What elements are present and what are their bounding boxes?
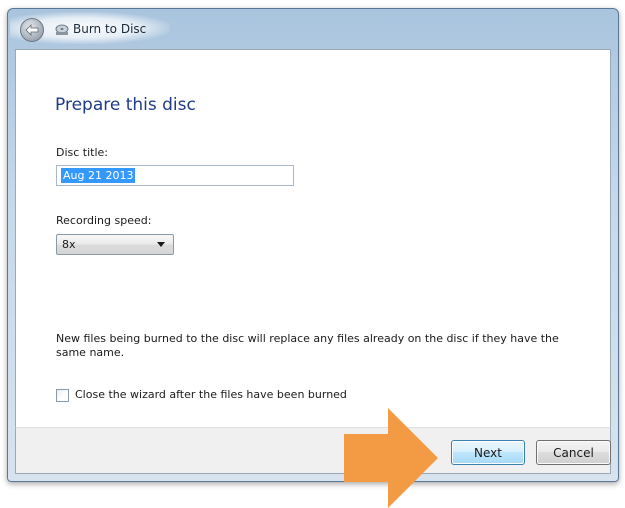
disc-title-label: Disc title: (56, 146, 109, 159)
page-title: Prepare this disc (55, 95, 196, 115)
recording-speed-value: 8x (62, 238, 76, 251)
back-arrow-icon (25, 24, 39, 36)
replace-files-note: New files being burned to the disc will … (56, 332, 559, 359)
screenshot: Burn to Disc Prepare this disc Disc titl… (0, 0, 625, 508)
back-button[interactable] (20, 18, 44, 42)
disc-title-value: Aug 21 2013 (61, 168, 136, 183)
next-button[interactable]: Next (451, 440, 525, 465)
content-panel: Prepare this disc Disc title: Aug 21 201… (15, 49, 611, 427)
close-wizard-label[interactable]: Close the wizard after the files have be… (75, 388, 347, 401)
disc-title-input[interactable]: Aug 21 2013 (56, 165, 294, 186)
cancel-button[interactable]: Cancel (536, 440, 611, 465)
burn-disc-icon (55, 24, 69, 35)
chevron-down-icon (157, 242, 165, 247)
window-title: Burn to Disc (73, 22, 147, 36)
recording-speed-label: Recording speed: (56, 214, 152, 227)
recording-speed-select[interactable]: 8x (56, 234, 174, 255)
button-footer: Next Cancel (15, 427, 611, 474)
close-wizard-checkbox[interactable] (56, 389, 69, 402)
burn-to-disc-window: Burn to Disc Prepare this disc Disc titl… (7, 8, 619, 482)
title-bar: Burn to Disc (8, 9, 618, 49)
